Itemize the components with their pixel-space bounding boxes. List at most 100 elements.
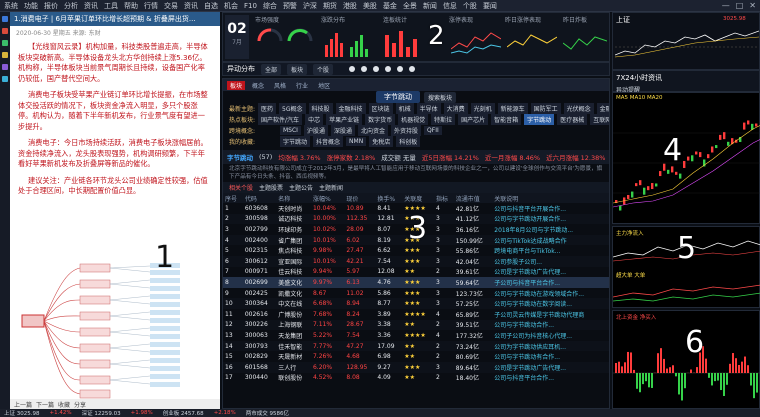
category-chip[interactable]: 区块链 — [368, 103, 393, 114]
column-header[interactable]: 关联度 — [402, 193, 434, 203]
category-chip[interactable]: 互联网金融 — [590, 114, 609, 125]
category-chip[interactable]: 大消费 — [443, 103, 468, 114]
news-icon[interactable] — [2, 40, 8, 46]
menu-item[interactable]: 行情 — [144, 1, 158, 11]
category-chip[interactable]: 苹果产业链 — [326, 114, 363, 125]
menu-item[interactable]: 报价 — [44, 1, 58, 11]
index-mini-chart[interactable]: 上证 3025.98 — [612, 12, 760, 70]
filter-stock-button[interactable]: 个股 — [313, 63, 334, 75]
menu-item[interactable]: 新闻 — [423, 1, 437, 11]
table-row[interactable]: 9 002425 凯撒文化 8.67 11.02 5.86 ★★★ 3 123.73亿 公司与字节… — [223, 288, 609, 299]
settings-icon[interactable] — [2, 64, 8, 70]
timeline-dot[interactable] — [349, 66, 356, 72]
tab-concept[interactable]: 概念 — [249, 81, 267, 90]
category-chip[interactable]: 金融概念 — [596, 103, 609, 114]
category-chip[interactable]: 中芯 — [305, 114, 324, 125]
article-title[interactable]: 1.消费电子 | 6月苹果订单环比增长超预期 & 折叠屏出货... — [10, 12, 220, 26]
column-header[interactable]: 现价 — [344, 193, 376, 203]
tab-region[interactable]: 地区 — [315, 81, 333, 90]
category-chip[interactable]: 国防军工 — [530, 103, 561, 114]
category-chip[interactable]: 智能音箱 — [491, 114, 522, 125]
table-row[interactable]: 12 300226 上海钢联 7.11% 28.67 3.38 ★★ 2 39.51亿 公司与字节… — [223, 319, 609, 331]
category-chip[interactable]: QFII — [424, 126, 442, 135]
menu-item[interactable]: F10 — [244, 2, 257, 10]
timeline-dot[interactable] — [361, 66, 368, 72]
filter-sector-button[interactable]: 板块 — [287, 63, 308, 75]
table-row[interactable]: 14 300793 佳禾智能 7.77% 47.27 17.09 ★★ 2 73.24亿 公司为字… — [223, 340, 609, 352]
category-chip[interactable]: 数字货币 — [365, 114, 396, 125]
category-chip[interactable]: 医疗器械 — [557, 114, 588, 125]
table-row[interactable]: 13 300063 天龙集团 5.22% 7.54 3.36 ★★★★ 4 177.32亿 公司子… — [223, 330, 609, 341]
minimize-button[interactable]: — — [722, 1, 730, 10]
search-sector-button[interactable]: 搜索板块 — [423, 91, 456, 103]
menu-item[interactable]: 交易 — [164, 1, 178, 11]
category-chip[interactable]: 医药 — [258, 103, 277, 114]
menu-item[interactable]: 个股 — [463, 1, 477, 11]
next-article-link[interactable]: 下一篇 — [36, 400, 54, 409]
column-header[interactable]: 换手% — [375, 193, 403, 203]
category-chip[interactable]: 国产芯片 — [458, 114, 489, 125]
category-chip[interactable]: 北向资金 — [357, 125, 388, 136]
category-chip[interactable]: MSCI — [280, 126, 301, 135]
menu-item[interactable]: 资讯 — [184, 1, 198, 11]
category-chip[interactable]: 字节跳动 — [280, 136, 311, 147]
subtab-theme-stocks[interactable]: 主题股票 — [259, 183, 283, 192]
tab-style[interactable]: 风格 — [271, 81, 289, 90]
northbound-flow-chart[interactable]: 北上资金 净买入 6 — [612, 310, 760, 409]
filter-all-button[interactable]: 全部 — [261, 63, 282, 75]
category-chip[interactable]: 机器视觉 — [398, 114, 429, 125]
close-button[interactable]: ✕ — [749, 1, 756, 10]
category-chip[interactable]: 沪股通 — [303, 125, 328, 136]
menu-item[interactable]: 资讯 — [84, 1, 98, 11]
table-row[interactable]: 11 002616 广博股份 7.68% 8.24 3.89 ★★★★ 4 65.89亿 子公司灵… — [223, 309, 609, 320]
table-row[interactable]: 10 300364 中文在线 6.68% 8.94 8.77 ★★★ 3 57.25亿 公司与字节… — [223, 298, 609, 309]
menu-item[interactable]: 沪深 — [303, 1, 317, 11]
subtab-theme-notices[interactable]: 主题公告 — [289, 183, 313, 192]
candlestick-chart[interactable]: MA5 MA10 MA20 4 — [612, 92, 760, 224]
menu-item[interactable]: 全景 — [403, 1, 417, 11]
favorite-link[interactable]: 收藏 — [58, 400, 70, 409]
menu-item[interactable]: 分析 — [64, 1, 78, 11]
menu-item[interactable]: 要闻 — [483, 1, 497, 11]
column-header[interactable]: 流通市值 — [453, 193, 493, 203]
trade-icon[interactable] — [2, 76, 8, 82]
table-row[interactable]: 5 002315 焦点科技 9.98% 27.47 6.62 ★★★ 3 55.86亿 跨境电商平… — [223, 245, 609, 256]
table-row[interactable]: 15 002829 天晟新材 7.26% 4.68 6.98 ★★ 2 80.69亿 公司与字节跳… — [223, 351, 609, 362]
menu-item[interactable]: 工具 — [104, 1, 118, 11]
category-chip[interactable]: 特斯拉 — [431, 114, 456, 125]
column-header[interactable]: 序号 — [223, 193, 243, 203]
subtab-related-stocks[interactable]: 相关个股 — [229, 183, 253, 192]
category-chip[interactable]: 金融科技 — [335, 103, 366, 114]
home-icon[interactable] — [2, 16, 8, 22]
sector-name[interactable]: 字节跳动 — [227, 152, 253, 162]
menu-item[interactable]: 功能 — [24, 1, 38, 11]
column-header[interactable]: 关联说明 — [492, 193, 609, 203]
menu-item[interactable]: 美股 — [363, 1, 377, 11]
prev-article-link[interactable]: 上一篇 — [14, 400, 32, 409]
sector-title[interactable]: 字节跳动 — [375, 91, 420, 103]
category-chip[interactable]: 科技股 — [308, 103, 333, 114]
subtab-theme-news[interactable]: 主题新闻 — [319, 183, 343, 192]
menu-item[interactable]: 信息 — [443, 1, 457, 11]
table-row[interactable]: 6 300612 宣亚国际 10.01% 42.21 7.54 ★★★ 3 42.04亿 公司参股… — [223, 255, 609, 267]
category-chip[interactable]: 免税店 — [369, 136, 394, 147]
category-chip[interactable]: 光刻机 — [470, 103, 495, 114]
menu-item[interactable]: 基金 — [383, 1, 397, 11]
maximize-button[interactable]: □ — [736, 1, 744, 10]
category-chip[interactable]: 5G概念 — [279, 103, 306, 114]
column-header[interactable]: 名称 — [276, 193, 311, 203]
category-chip[interactable]: 国产软件/汽车 — [258, 114, 303, 125]
timeline-dot[interactable] — [373, 66, 380, 72]
menu-item[interactable]: 系统 — [4, 1, 18, 11]
category-chip[interactable]: 机械 — [395, 103, 414, 114]
category-chip[interactable]: NMN — [346, 137, 367, 146]
menu-item[interactable]: 自选 — [204, 1, 218, 11]
tab-sector[interactable]: 板块 — [227, 80, 246, 90]
tab-industry[interactable]: 行业 — [293, 81, 311, 90]
capital-flow-chart[interactable]: 主力净流入 超大单 大单 5 — [612, 226, 760, 308]
menu-item[interactable]: 机会 — [224, 1, 238, 11]
category-chip[interactable]: 半导体 — [416, 103, 441, 114]
menu-item[interactable]: 港股 — [343, 1, 357, 11]
category-chip[interactable]: 外资持股 — [391, 125, 422, 136]
column-header[interactable]: 代码 — [242, 193, 277, 203]
